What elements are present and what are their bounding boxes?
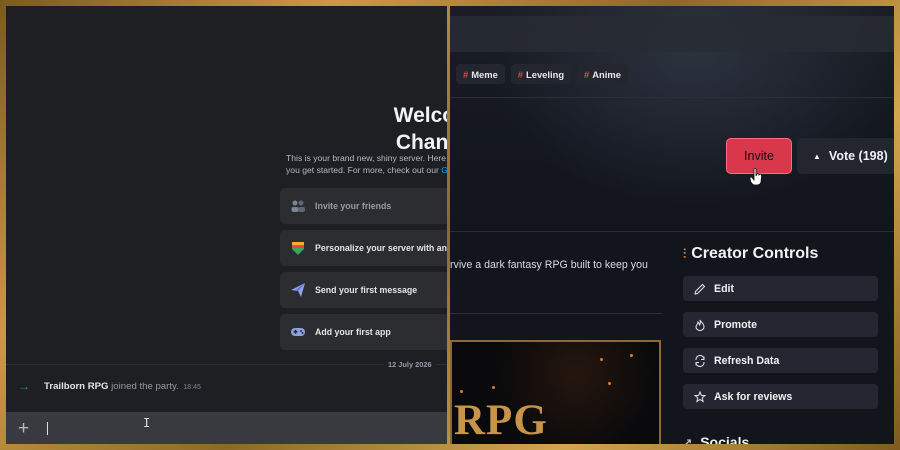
sliders-icon: ⫶ [683, 246, 687, 261]
pencil-icon [694, 283, 706, 295]
text-caret [47, 422, 48, 435]
creator-controls-title: Creator Controls [691, 245, 819, 262]
socials-title: Socials [700, 434, 750, 444]
gamepad-icon [291, 328, 305, 336]
date-label: 12 July 2026 [384, 360, 436, 369]
refresh-icon [695, 354, 705, 367]
join-text: joined the party. [111, 380, 179, 392]
subtitle-line-2: you get started. For more, check out our… [286, 164, 447, 176]
join-message: → Trailborn RPG joined the party. 18:45 [18, 379, 201, 393]
listing-panel: # Meme # Leveling # Anime Invite ▲ Vote … [450, 6, 894, 444]
edit-label: Edit [714, 282, 735, 295]
paper-plane-icon [291, 283, 305, 297]
message-composer[interactable]: + I [6, 412, 447, 444]
refresh-data-button[interactable]: Refresh Data [683, 348, 878, 373]
join-timestamp: 18:45 [183, 383, 201, 391]
text-cursor-icon: I [143, 416, 151, 430]
hash-icon: # [463, 68, 469, 80]
ask-for-reviews-button[interactable]: Ask for reviews [683, 384, 878, 409]
creator-controls-heading: ⫶ Creator Controls [683, 245, 818, 263]
tag-leveling[interactable]: # Leveling [510, 64, 572, 84]
subtitle-text: you get started. For more, check out our [286, 165, 439, 175]
guide-link[interactable]: G [441, 165, 447, 175]
card-label: Personalize your server with an ico [315, 243, 447, 253]
subtitle-line-1: This is your brand new, shiny server. He… [286, 153, 447, 163]
tag-meme[interactable]: # Meme [456, 64, 505, 84]
join-username[interactable]: Trailborn RPG [44, 381, 109, 392]
join-arrow-icon: → [18, 379, 30, 393]
top-bar [450, 16, 894, 52]
divider [450, 97, 894, 98]
tag-list: # Meme # Leveling # Anime [456, 64, 628, 84]
tag-label: Leveling [526, 68, 565, 80]
ask-for-reviews-label: Ask for reviews [714, 390, 793, 403]
socials-heading: ↗ Socials [683, 434, 749, 444]
hand-pointer-icon [750, 168, 762, 186]
promote-button[interactable]: Promote [683, 312, 878, 337]
card-label: Invite your friends [315, 201, 392, 211]
arrow-up-right-icon: ↗ [683, 436, 693, 445]
tag-anime[interactable]: # Anime [577, 64, 628, 84]
vote-label: Vote (198) [828, 149, 888, 163]
add-attachment-button[interactable]: + [18, 418, 29, 440]
vote-button[interactable]: ▲ Vote (198) [797, 138, 894, 174]
promote-label: Promote [714, 318, 757, 331]
hash-icon: # [517, 68, 524, 80]
card-label: Send your first message [315, 285, 418, 295]
card-add-first-app[interactable]: Add your first app [280, 314, 447, 350]
palette-badge-icon [292, 242, 304, 255]
card-send-first-message[interactable]: Send your first message [280, 272, 447, 308]
banner-logo-text: RPG [454, 397, 548, 444]
welcome-subtitle: This is your brand new, shiny server. He… [286, 152, 447, 176]
welcome-line-1: Welcome t [393, 104, 447, 127]
tag-label: Anime [592, 68, 621, 80]
upvote-triangle-icon: ▲ [813, 151, 821, 161]
star-icon [694, 390, 706, 403]
card-invite-friends[interactable]: Invite your friends [280, 188, 447, 224]
hash-icon: # [584, 68, 590, 80]
date-divider [6, 364, 447, 365]
flame-icon [695, 319, 705, 331]
divider [450, 313, 662, 314]
welcome-title: Welcome t Channel 1 [336, 102, 447, 156]
people-icon [291, 200, 305, 212]
chat-panel: Welcome t Channel 1 This is your brand n… [6, 6, 447, 444]
refresh-data-label: Refresh Data [714, 354, 780, 367]
card-label: Add your first app [315, 327, 391, 337]
divider [450, 231, 894, 232]
card-personalize-server[interactable]: Personalize your server with an ico [280, 230, 447, 266]
server-description: rvive a dark fantasy RPG built to keep y… [450, 259, 648, 271]
tag-label: Meme [471, 68, 498, 80]
edit-button[interactable]: Edit [683, 276, 878, 301]
